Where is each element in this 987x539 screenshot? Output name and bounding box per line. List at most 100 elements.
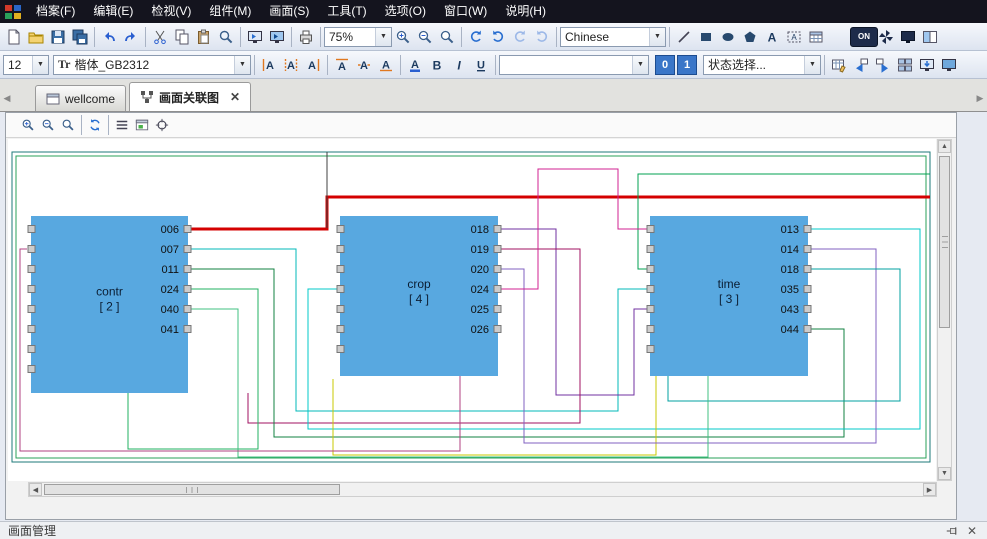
- zoom-actual-icon[interactable]: [58, 115, 78, 135]
- hmi-screen-icon[interactable]: [897, 26, 919, 48]
- online-simulate-icon[interactable]: [266, 26, 288, 48]
- print-icon[interactable]: [295, 26, 317, 48]
- table-icon[interactable]: [805, 26, 827, 48]
- tab-scroll-right-icon[interactable]: ▶: [973, 85, 987, 111]
- tab-screen-association[interactable]: 画面关联图 ✕: [129, 82, 251, 111]
- new-file-icon[interactable]: [3, 26, 25, 48]
- input-pin[interactable]: [28, 266, 35, 273]
- rotate-ccw-icon[interactable]: [465, 26, 487, 48]
- find-icon[interactable]: [215, 26, 237, 48]
- underline-icon[interactable]: U: [470, 54, 492, 76]
- paste-icon[interactable]: [193, 26, 215, 48]
- font-size-combo[interactable]: 12 ▼: [3, 55, 49, 75]
- redo-icon[interactable]: [120, 26, 142, 48]
- chevron-down-icon[interactable]: ▼: [234, 56, 250, 74]
- refresh-icon[interactable]: [85, 115, 105, 135]
- menu-item[interactable]: 档案(F): [27, 0, 84, 23]
- monitor-icon[interactable]: [938, 54, 960, 76]
- rotate-right-90-icon[interactable]: [531, 26, 553, 48]
- scroll-left-icon[interactable]: ◀: [29, 483, 42, 496]
- language-value[interactable]: Chinese: [561, 30, 649, 44]
- crosshair-icon[interactable]: [152, 115, 172, 135]
- input-pin[interactable]: [647, 226, 654, 233]
- input-pin[interactable]: [337, 226, 344, 233]
- save-icon[interactable]: [47, 26, 69, 48]
- align-left-icon[interactable]: A: [258, 54, 280, 76]
- scroll-down-icon[interactable]: ▼: [938, 467, 951, 480]
- align-center-icon[interactable]: A: [280, 54, 302, 76]
- prev-screen-icon[interactable]: [850, 54, 872, 76]
- output-pin[interactable]: [184, 326, 191, 333]
- undo-icon[interactable]: [98, 26, 120, 48]
- output-pin[interactable]: [494, 306, 501, 313]
- input-pin[interactable]: [647, 246, 654, 253]
- parts-icon[interactable]: [875, 26, 897, 48]
- overview-window-icon[interactable]: [132, 115, 152, 135]
- language-combo[interactable]: Chinese ▼: [560, 27, 666, 47]
- chevron-down-icon[interactable]: ▼: [375, 28, 391, 46]
- menu-item[interactable]: 说明(H): [496, 0, 555, 23]
- output-pin[interactable]: [494, 226, 501, 233]
- output-pin[interactable]: [494, 246, 501, 253]
- cut-icon[interactable]: [149, 26, 171, 48]
- menu-item[interactable]: 选项(O): [376, 0, 435, 23]
- font-size-value[interactable]: 12: [4, 58, 32, 72]
- input-pin[interactable]: [647, 266, 654, 273]
- input-pin[interactable]: [337, 326, 344, 333]
- vertical-scrollbar[interactable]: ▲ ▼: [937, 139, 952, 481]
- copy-icon[interactable]: [171, 26, 193, 48]
- tab-scroll-left-icon[interactable]: ◀: [0, 85, 14, 111]
- valign-middle-icon[interactable]: A: [353, 54, 375, 76]
- zoom-out-icon[interactable]: [414, 26, 436, 48]
- menu-item[interactable]: 窗口(W): [435, 0, 496, 23]
- offline-simulate-icon[interactable]: [244, 26, 266, 48]
- chevron-down-icon[interactable]: ▼: [632, 56, 648, 74]
- input-pin[interactable]: [28, 326, 35, 333]
- text-tool-icon[interactable]: A: [761, 26, 783, 48]
- output-pin[interactable]: [494, 326, 501, 333]
- table-edit-icon[interactable]: [828, 54, 850, 76]
- state1-button[interactable]: 1: [677, 55, 697, 75]
- tile-windows-icon[interactable]: [894, 54, 916, 76]
- align-right-icon[interactable]: A: [302, 54, 324, 76]
- font-name-value[interactable]: 楷体_GB2312: [70, 56, 234, 73]
- input-pin[interactable]: [28, 246, 35, 253]
- valign-top-icon[interactable]: A: [331, 54, 353, 76]
- input-pin[interactable]: [28, 366, 35, 373]
- output-pin[interactable]: [184, 306, 191, 313]
- menu-item[interactable]: 工具(T): [318, 0, 375, 23]
- output-pin[interactable]: [494, 286, 501, 293]
- font-combo[interactable]: Tr 楷体_GB2312 ▼: [53, 55, 251, 75]
- scroll-right-icon[interactable]: ▶: [923, 483, 936, 496]
- next-screen-icon[interactable]: [872, 54, 894, 76]
- save-all-icon[interactable]: [69, 26, 91, 48]
- state-select-value[interactable]: 状态选择...: [704, 56, 804, 73]
- horizontal-scrollbar[interactable]: ◀ ▶: [28, 482, 937, 497]
- zoom-fit-icon[interactable]: [436, 26, 458, 48]
- chevron-down-icon[interactable]: ▼: [804, 56, 820, 74]
- input-pin[interactable]: [337, 246, 344, 253]
- font-color-icon[interactable]: A: [404, 54, 426, 76]
- input-pin[interactable]: [28, 226, 35, 233]
- output-pin[interactable]: [494, 266, 501, 273]
- tag-combo[interactable]: ▼: [499, 55, 649, 75]
- horizontal-scroll-thumb[interactable]: [44, 484, 340, 495]
- input-pin[interactable]: [647, 326, 654, 333]
- chevron-down-icon[interactable]: ▼: [32, 56, 48, 74]
- input-pin[interactable]: [28, 346, 35, 353]
- zoom-value[interactable]: 75%: [325, 30, 375, 44]
- scroll-up-icon[interactable]: ▲: [938, 140, 951, 153]
- menu-item[interactable]: 组件(M): [200, 0, 260, 23]
- zoom-in-icon[interactable]: [18, 115, 38, 135]
- chevron-down-icon[interactable]: ▼: [649, 28, 665, 46]
- draw-ellipse-icon[interactable]: [717, 26, 739, 48]
- zoom-out-icon[interactable]: [38, 115, 58, 135]
- input-pin[interactable]: [647, 346, 654, 353]
- draw-rect-icon[interactable]: [695, 26, 717, 48]
- italic-icon[interactable]: I: [448, 54, 470, 76]
- vertical-scroll-thumb[interactable]: [939, 156, 950, 328]
- input-pin[interactable]: [337, 266, 344, 273]
- output-pin[interactable]: [184, 266, 191, 273]
- output-pin[interactable]: [804, 246, 811, 253]
- close-icon[interactable]: ✕: [230, 91, 240, 103]
